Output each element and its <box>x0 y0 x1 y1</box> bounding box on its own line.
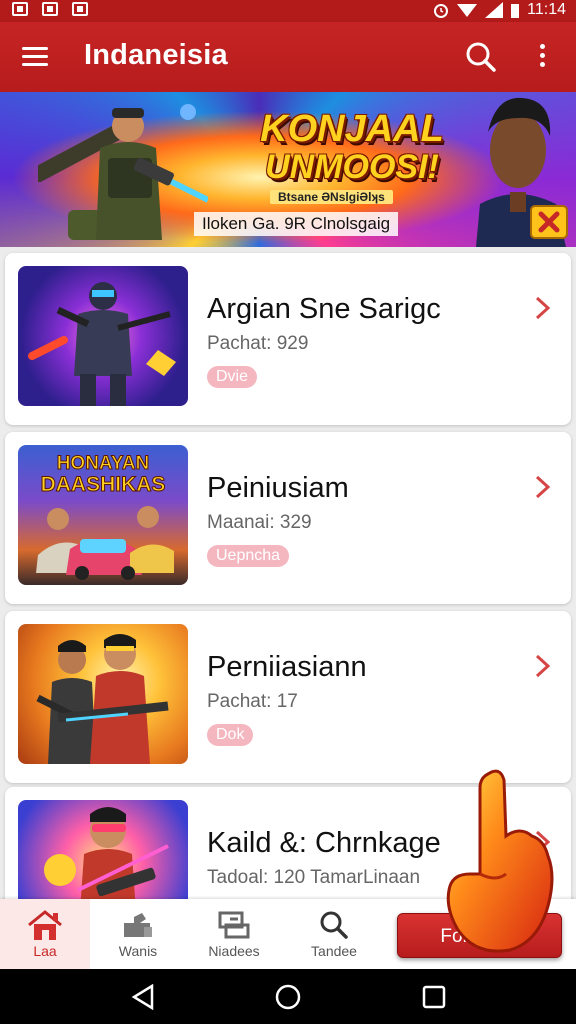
chevron-right-icon[interactable] <box>531 293 555 323</box>
banner-title-line2: UNMOOSI! <box>265 148 439 186</box>
alarm-icon <box>434 4 449 18</box>
soldier-illustration <box>38 104 208 240</box>
nav-label: Laa <box>33 943 57 959</box>
banner-title: KONJAAL UNMOOSI! <box>232 110 472 186</box>
list-item[interactable]: Argian Sne Sarigc Pachat: 929 Dvie <box>5 253 571 425</box>
chevron-right-icon[interactable] <box>531 472 555 502</box>
nav-item-games[interactable]: Wanis <box>93 899 183 969</box>
nav-label: Tandee <box>311 943 357 959</box>
notification-box-icon <box>42 2 58 16</box>
app-title: Indaneisia <box>84 39 228 71</box>
game-thumbnail <box>18 624 188 764</box>
gamepad-icon <box>124 913 152 937</box>
search-icon <box>320 911 348 939</box>
thumb-text-line1: HONAYAN <box>57 453 150 474</box>
status-time: 11:14 <box>527 1 566 18</box>
nav-item-search[interactable]: Tandee <box>289 899 379 969</box>
promo-banner[interactable]: KONJAAL UNMOOSI! Btsane ƏNslgiƏlʞs Iloke… <box>0 92 576 247</box>
item-title: Perniiasiann <box>207 651 367 683</box>
status-bar: 11:14 <box>0 0 576 22</box>
banner-title-line1: KONJAAL <box>260 108 444 150</box>
banner-caption: Iloken Ga. 9R Clnolsgaig <box>194 212 399 236</box>
system-navigation-bar <box>0 969 576 1024</box>
item-meta: Maanai: 329 <box>207 512 312 533</box>
chevron-right-icon[interactable] <box>531 651 555 681</box>
banner-subtitle: Btsane ƏNslgiƏlʞs <box>270 190 393 204</box>
battery-icon <box>511 4 520 18</box>
nav-label: Niadees <box>208 943 260 959</box>
game-thumbnail: HONAYAN DAASHIKAS <box>18 445 188 585</box>
game-thumbnail <box>18 266 188 406</box>
item-tag: Dok <box>207 724 254 746</box>
app-screen: 11:14 Indaneisia KONJAAL UNMOOSI! Btsane… <box>0 0 576 1024</box>
fompesk-button[interactable]: Fompesk <box>397 913 562 958</box>
search-icon[interactable] <box>464 40 498 74</box>
list-item[interactable]: HONAYAN DAASHIKAS Peiniusiam Maanai: 329… <box>5 432 571 604</box>
back-icon[interactable] <box>130 984 158 1010</box>
wifi-icon <box>457 4 478 17</box>
item-title: Argian Sne Sarigc <box>207 293 441 325</box>
home-icon <box>28 910 62 940</box>
item-title: Kaild &: Chrnkage <box>207 827 441 859</box>
status-notifications <box>12 2 88 16</box>
nav-label: Wanis <box>118 943 158 959</box>
more-vert-icon[interactable] <box>532 40 552 74</box>
notification-box-icon <box>12 2 28 16</box>
item-meta: Pachat: 17 <box>207 691 298 712</box>
banner-close-icon[interactable] <box>530 205 568 239</box>
item-title: Peiniusiam <box>207 472 349 504</box>
item-tag: Uepncha <box>207 545 290 567</box>
menu-icon[interactable] <box>22 42 52 70</box>
status-right: 11:14 <box>433 1 566 19</box>
home-circle-icon[interactable] <box>274 984 302 1010</box>
app-bar: Indaneisia <box>0 22 576 92</box>
signal-icon <box>485 2 504 18</box>
thumb-text-line2: DAASHIKAS <box>41 473 166 496</box>
item-tag: Dvie <box>207 366 258 388</box>
list-item[interactable]: Perniiasiann Pachat: 17 Dok <box>5 611 571 783</box>
recents-icon[interactable] <box>420 984 448 1010</box>
item-meta: Pachat: 929 <box>207 333 309 354</box>
chevron-right-icon[interactable] <box>531 827 555 857</box>
swap-icon <box>218 911 250 939</box>
item-meta: Tadoal: 120 TamarLinaan <box>207 867 421 888</box>
nav-item-updates[interactable]: Niadees <box>189 899 279 969</box>
nav-item-home[interactable]: Laa <box>0 899 90 969</box>
notification-box-icon <box>72 2 88 16</box>
